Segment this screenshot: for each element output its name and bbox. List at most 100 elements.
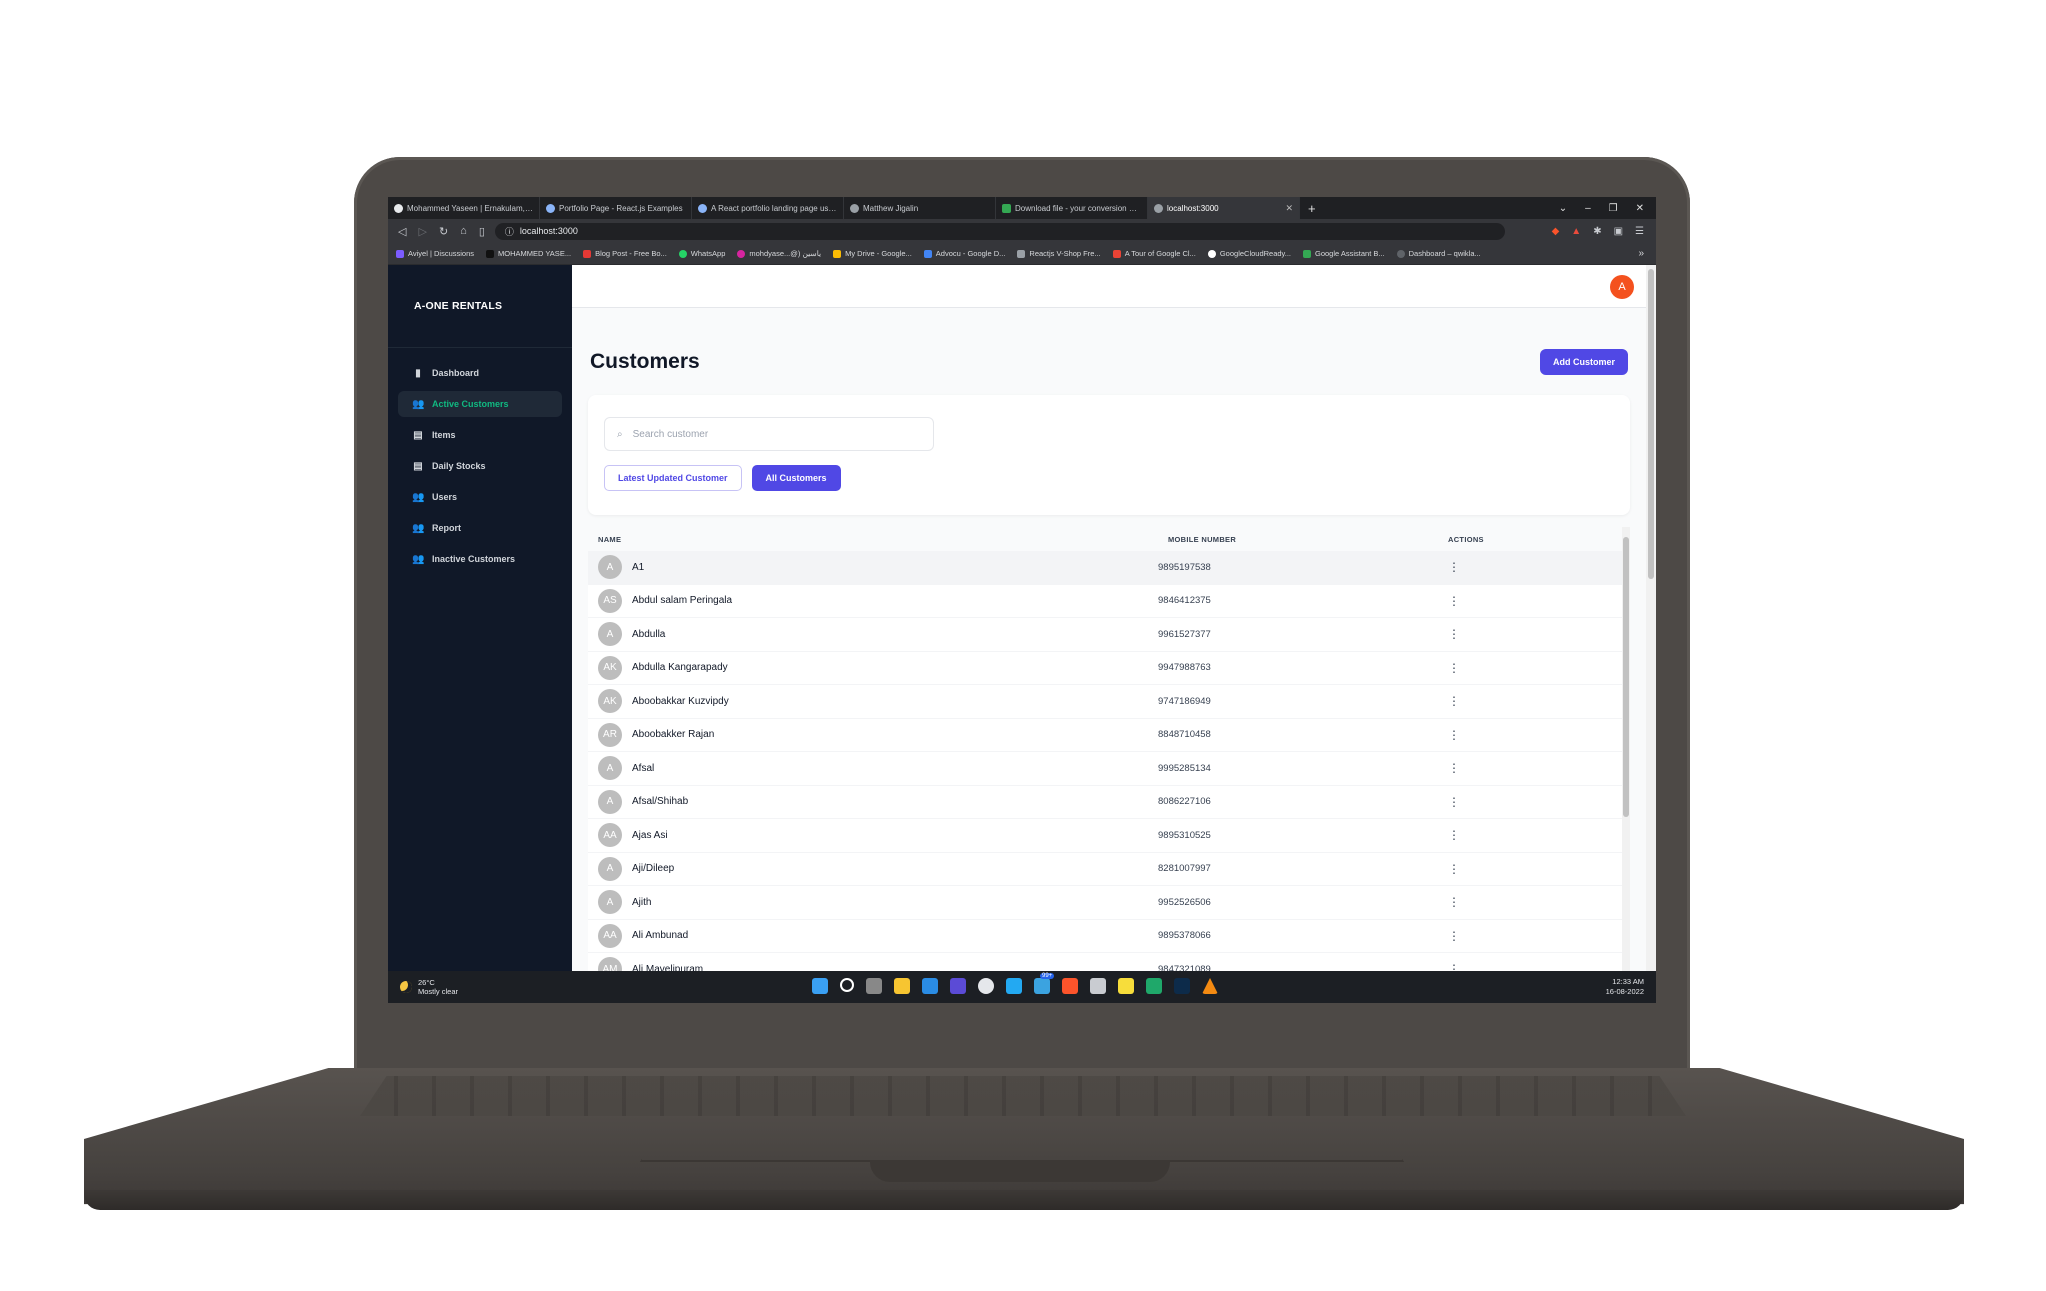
table-row[interactable]: AR Aboobakker Rajan 8848710458 ⋮ (588, 719, 1630, 752)
bookmark-item[interactable]: My Drive - Google... (833, 249, 912, 258)
terminal-icon[interactable] (1090, 978, 1106, 994)
browser-tab[interactable]: A React portfolio landing page using (692, 197, 844, 219)
url-field[interactable]: ⓘ localhost:3000 (494, 222, 1505, 240)
bookmark-item[interactable]: Aviyel | Discussions (396, 249, 474, 258)
customer-name: Ali Ambunad (632, 930, 689, 942)
sidebar-item-daily-stocks[interactable]: ▤ Daily Stocks (398, 453, 562, 479)
restore-icon[interactable]: ❐ (1609, 203, 1618, 214)
brave-rewards-icon[interactable]: ▲ (1571, 226, 1581, 237)
more-actions-icon[interactable]: ⋮ (1438, 929, 1460, 943)
search-input[interactable] (630, 427, 915, 441)
vscode-icon[interactable] (1146, 978, 1162, 994)
bookmark-icon[interactable]: ▯ (479, 225, 485, 238)
bookmark-item[interactable]: Reactjs V-Shop Fre... (1017, 249, 1101, 258)
windows-start-icon[interactable] (812, 978, 828, 994)
table-row[interactable]: A Aji/Dileep 8281007997 ⋮ (588, 853, 1630, 886)
home-icon[interactable]: ⌂ (460, 225, 467, 238)
more-actions-icon[interactable]: ⋮ (1438, 895, 1460, 909)
brave-shield-icon[interactable]: ◆ (1552, 226, 1560, 237)
bookmark-item[interactable]: Dashboard – qwikla... (1396, 249, 1481, 258)
page-scrollbar-thumb[interactable] (1648, 269, 1654, 579)
vscode-icon[interactable] (1006, 978, 1022, 994)
search-icon[interactable] (840, 978, 854, 992)
table-row[interactable]: AA Ajas Asi 9895310525 ⋮ (588, 819, 1630, 853)
extensions-icon[interactable]: ✱ (1593, 226, 1601, 237)
chevron-down-icon[interactable]: ⌄ (1559, 203, 1567, 214)
more-actions-icon[interactable]: ⋮ (1438, 694, 1460, 708)
more-actions-icon[interactable]: ⋮ (1438, 594, 1460, 608)
table-row[interactable]: AM Ali Mavelipuram 9847321089 ⋮ (588, 953, 1630, 971)
browser-tab[interactable]: Portfolio Page - React.js Examples (540, 197, 692, 219)
brand-logo[interactable]: A-ONE RENTALS (388, 265, 572, 348)
table-row[interactable]: A Afsal 9995285134 ⋮ (588, 752, 1630, 786)
sidebar-item-users[interactable]: 👥 Users (398, 484, 562, 510)
more-actions-icon[interactable]: ⋮ (1438, 661, 1460, 675)
more-actions-icon[interactable]: ⋮ (1438, 962, 1460, 971)
more-actions-icon[interactable]: ⋮ (1438, 560, 1460, 574)
user-avatar[interactable]: A (1610, 275, 1634, 299)
forward-icon[interactable]: ▷ (418, 225, 426, 238)
browser-tab[interactable]: Mohammed Yaseen | Ernakulam, India (388, 197, 540, 219)
table-row[interactable]: A Abdulla 9961527377 ⋮ (588, 618, 1630, 652)
new-tab-button[interactable]: + (1300, 201, 1324, 216)
bookmark-item[interactable]: Advocu - Google D... (923, 249, 1005, 258)
sidebar-item-active-customers[interactable]: 👥 Active Customers (398, 391, 562, 417)
weather-widget[interactable]: 26°C Mostly clear (388, 978, 458, 996)
latest-updated-customer-button[interactable]: Latest Updated Customer (604, 465, 742, 491)
close-icon[interactable]: ✕ (1636, 203, 1644, 214)
table-row[interactable]: AK Abdulla Kangarapady 9947988763 ⋮ (588, 652, 1630, 685)
sidebar-item-inactive-customers[interactable]: 👥 Inactive Customers (398, 546, 562, 572)
app-icon[interactable] (950, 978, 966, 994)
more-actions-icon[interactable]: ⋮ (1438, 728, 1460, 742)
task-view-icon[interactable] (866, 978, 882, 994)
wallet-icon[interactable]: ▣ (1614, 226, 1623, 237)
table-row[interactable]: A Ajith 9952526506 ⋮ (588, 886, 1630, 920)
app-icon[interactable] (978, 978, 994, 994)
file-explorer-icon[interactable] (894, 978, 910, 994)
browser-tab[interactable]: Matthew Jigalin (844, 197, 996, 219)
table-scrollbar[interactable] (1622, 527, 1630, 971)
close-tab-icon[interactable]: ✕ (1285, 203, 1293, 214)
page-scrollbar[interactable] (1646, 265, 1656, 971)
menu-icon[interactable]: ☰ (1635, 226, 1644, 237)
minimize-icon[interactable]: – (1585, 203, 1591, 214)
brave-browser-icon[interactable] (1062, 978, 1078, 994)
bookmark-item[interactable]: A Tour of Google Cl... (1112, 249, 1196, 258)
customer-mobile: 9895310525 (1158, 829, 1211, 841)
add-customer-button[interactable]: Add Customer (1539, 349, 1628, 375)
more-actions-icon[interactable]: ⋮ (1438, 627, 1460, 641)
all-customers-button[interactable]: All Customers (751, 465, 841, 491)
table-scrollbar-thumb[interactable] (1623, 537, 1629, 817)
bookmark-item[interactable]: MOHAMMED YASE... (486, 249, 571, 258)
system-clock[interactable]: 12:33 AM 16-08-2022 (1606, 977, 1656, 997)
sidebar-item-dashboard[interactable]: ▮ Dashboard (398, 360, 562, 386)
more-actions-icon[interactable]: ⋮ (1438, 761, 1460, 775)
bookmark-item[interactable]: Google Assistant B... (1303, 249, 1385, 258)
chat-icon[interactable]: 99+ (1034, 973, 1055, 994)
table-row[interactable]: A A1 9895197538 ⋮ (588, 551, 1630, 585)
browser-tab[interactable]: Download file - your conversion was (996, 197, 1148, 219)
photoshop-icon[interactable] (1174, 978, 1190, 994)
column-header-name[interactable]: NAME (588, 535, 1158, 544)
table-row[interactable]: AK Aboobakkar Kuzvipdy 9747186949 ⋮ (588, 685, 1630, 719)
bookmark-item[interactable]: GoogleCloudReady... (1207, 249, 1291, 258)
table-row[interactable]: AA Ali Ambunad 9895378066 ⋮ (588, 920, 1630, 953)
more-actions-icon[interactable]: ⋮ (1438, 862, 1460, 876)
bookmark-item[interactable]: mohdyase...@) ياسين (737, 249, 821, 258)
vlc-icon[interactable] (1202, 978, 1218, 994)
bookmark-item[interactable]: WhatsApp (678, 249, 725, 258)
back-icon[interactable]: ◁ (398, 225, 406, 238)
table-row[interactable]: A Afsal/Shihab 8086227106 ⋮ (588, 786, 1630, 819)
more-actions-icon[interactable]: ⋮ (1438, 795, 1460, 809)
mail-icon[interactable] (922, 978, 938, 994)
table-row[interactable]: AS Abdul salam Peringala 9846412375 ⋮ (588, 585, 1630, 618)
column-header-mobile[interactable]: MOBILE NUMBER (1158, 535, 1448, 544)
reload-icon[interactable]: ↻ (439, 225, 448, 238)
sidebar-item-items[interactable]: ▤ Items (398, 422, 562, 448)
bookmark-item[interactable]: Blog Post - Free Bo... (583, 249, 667, 258)
bookmarks-more-button[interactable]: » (1638, 248, 1656, 259)
sticky-notes-icon[interactable] (1118, 978, 1134, 994)
more-actions-icon[interactable]: ⋮ (1438, 828, 1460, 842)
sidebar-item-report[interactable]: 👥 Report (398, 515, 562, 541)
browser-tab-active[interactable]: localhost:3000 ✕ (1148, 197, 1300, 219)
